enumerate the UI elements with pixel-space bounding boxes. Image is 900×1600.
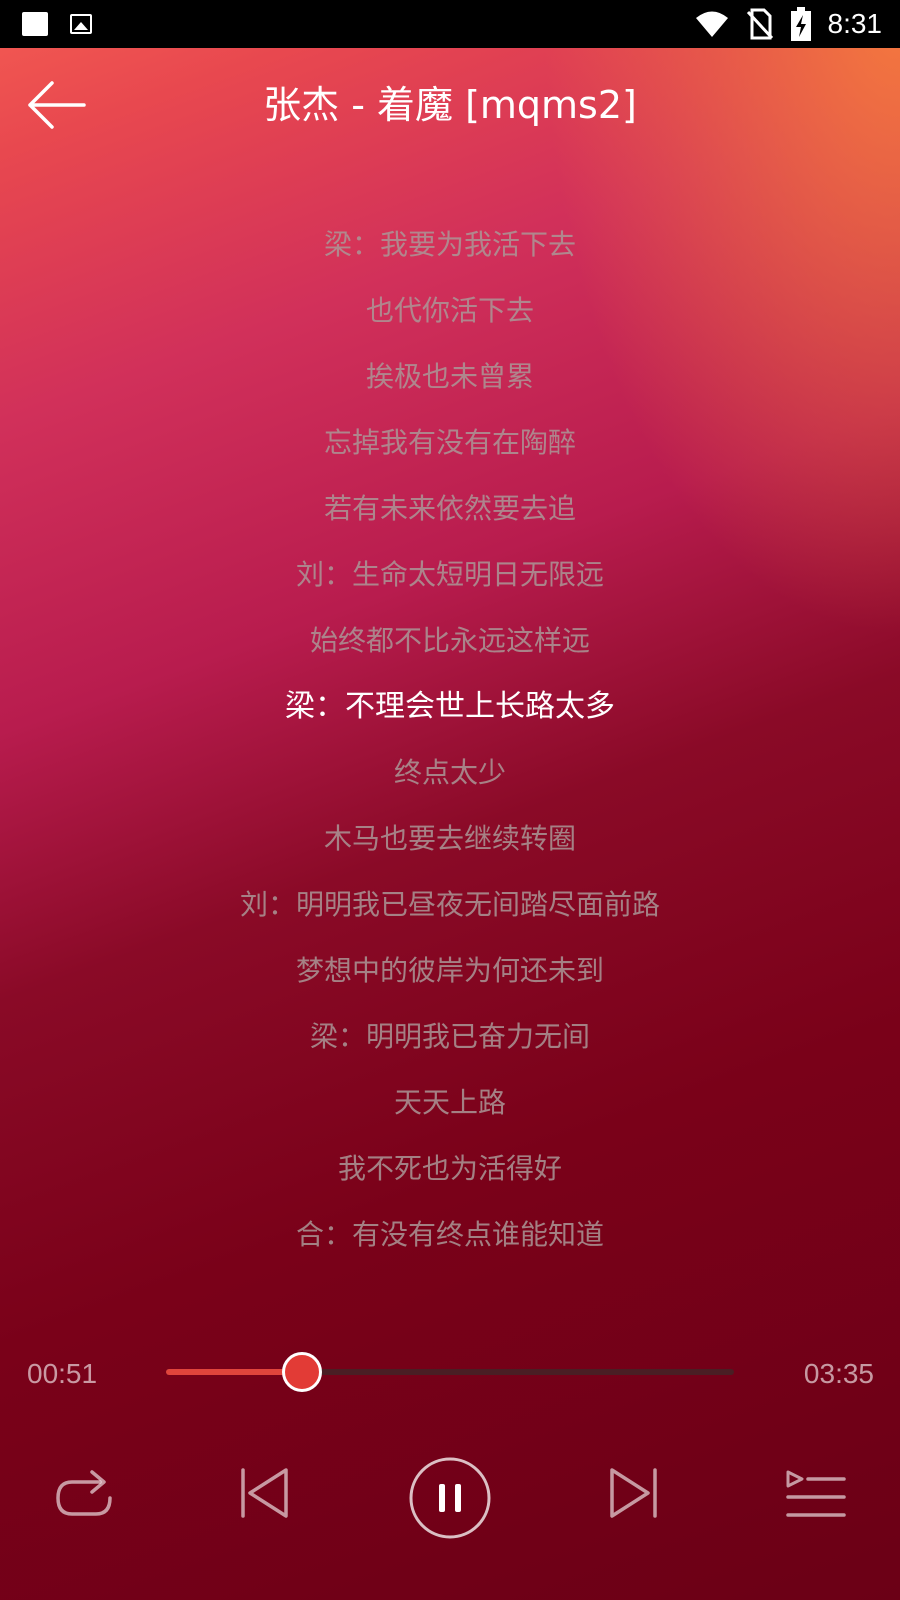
- lyric-line: 我不死也为活得好: [337, 1152, 562, 1185]
- elapsed-time: 00:51: [27, 1358, 98, 1389]
- back-arrow-icon[interactable]: [26, 78, 88, 132]
- lyric-line: 梁：我要为我活下去: [323, 228, 576, 261]
- skip-previous-icon[interactable]: [240, 1466, 290, 1520]
- pause-icon: [439, 1484, 445, 1512]
- progress-row: 00:51 03:35: [0, 1344, 900, 1400]
- total-duration: 03:35: [803, 1358, 874, 1389]
- repeat-icon[interactable]: [52, 1470, 116, 1526]
- lyric-line: 挨极也未曾累: [365, 360, 534, 393]
- clock: 8:31: [827, 8, 883, 39]
- wifi-icon: [695, 11, 728, 37]
- player-header: 张杰 - 着魔 [mqms2]: [0, 48, 900, 164]
- seek-bar[interactable]: [166, 1369, 734, 1375]
- lyric-line: 天天上路: [393, 1086, 506, 1119]
- image-notification-icon: [70, 14, 92, 34]
- lyric-line: 木马也要去继续转圈: [323, 822, 576, 855]
- lyric-line: 也代你活下去: [365, 294, 534, 327]
- lyric-line: 刘：明明我已昼夜无间踏尽面前路: [239, 888, 660, 921]
- skip-next-icon[interactable]: [608, 1466, 658, 1520]
- lyric-line: 梦想中的彼岸为何还未到: [295, 954, 604, 987]
- pause-button[interactable]: [408, 1456, 492, 1540]
- battery-charging-icon: [790, 7, 811, 41]
- lyric-line: 刘：生命太短明日无限远: [295, 558, 604, 591]
- music-player-screen: 8:31 张杰 - 着魔 [mqms2] 梁：我要为我活下去 也代你活下去 挨极也未…: [0, 0, 900, 1600]
- lyrics-panel[interactable]: 梁：我要为我活下去 也代你活下去 挨极也未曾累 忘掉我有没有在陶醉 若有未来依然要去追刘…: [0, 212, 900, 1268]
- lyric-line: 若有未来依然要去追: [323, 492, 576, 525]
- lyric-line: 合：有没有终点谁能知道: [295, 1218, 604, 1251]
- seek-thumb[interactable]: [282, 1352, 323, 1392]
- lyric-line-current: 梁：不理会世上长路太多: [285, 689, 615, 724]
- status-bar: 8:31: [0, 0, 900, 48]
- lyric-line: 梁：明明我已奋力无间: [309, 1020, 590, 1053]
- notification-square-icon: [22, 12, 48, 36]
- no-sim-icon: [746, 8, 773, 40]
- lyric-line: 忘掉我有没有在陶醉: [323, 426, 576, 459]
- lyric-line: 终点太少: [393, 756, 506, 789]
- playback-controls: [0, 1450, 900, 1550]
- playlist-icon[interactable]: [786, 1470, 846, 1522]
- lyric-line: 始终都不比永远这样远: [309, 624, 590, 657]
- song-title: 张杰 - 着魔 [mqms2]: [263, 83, 637, 127]
